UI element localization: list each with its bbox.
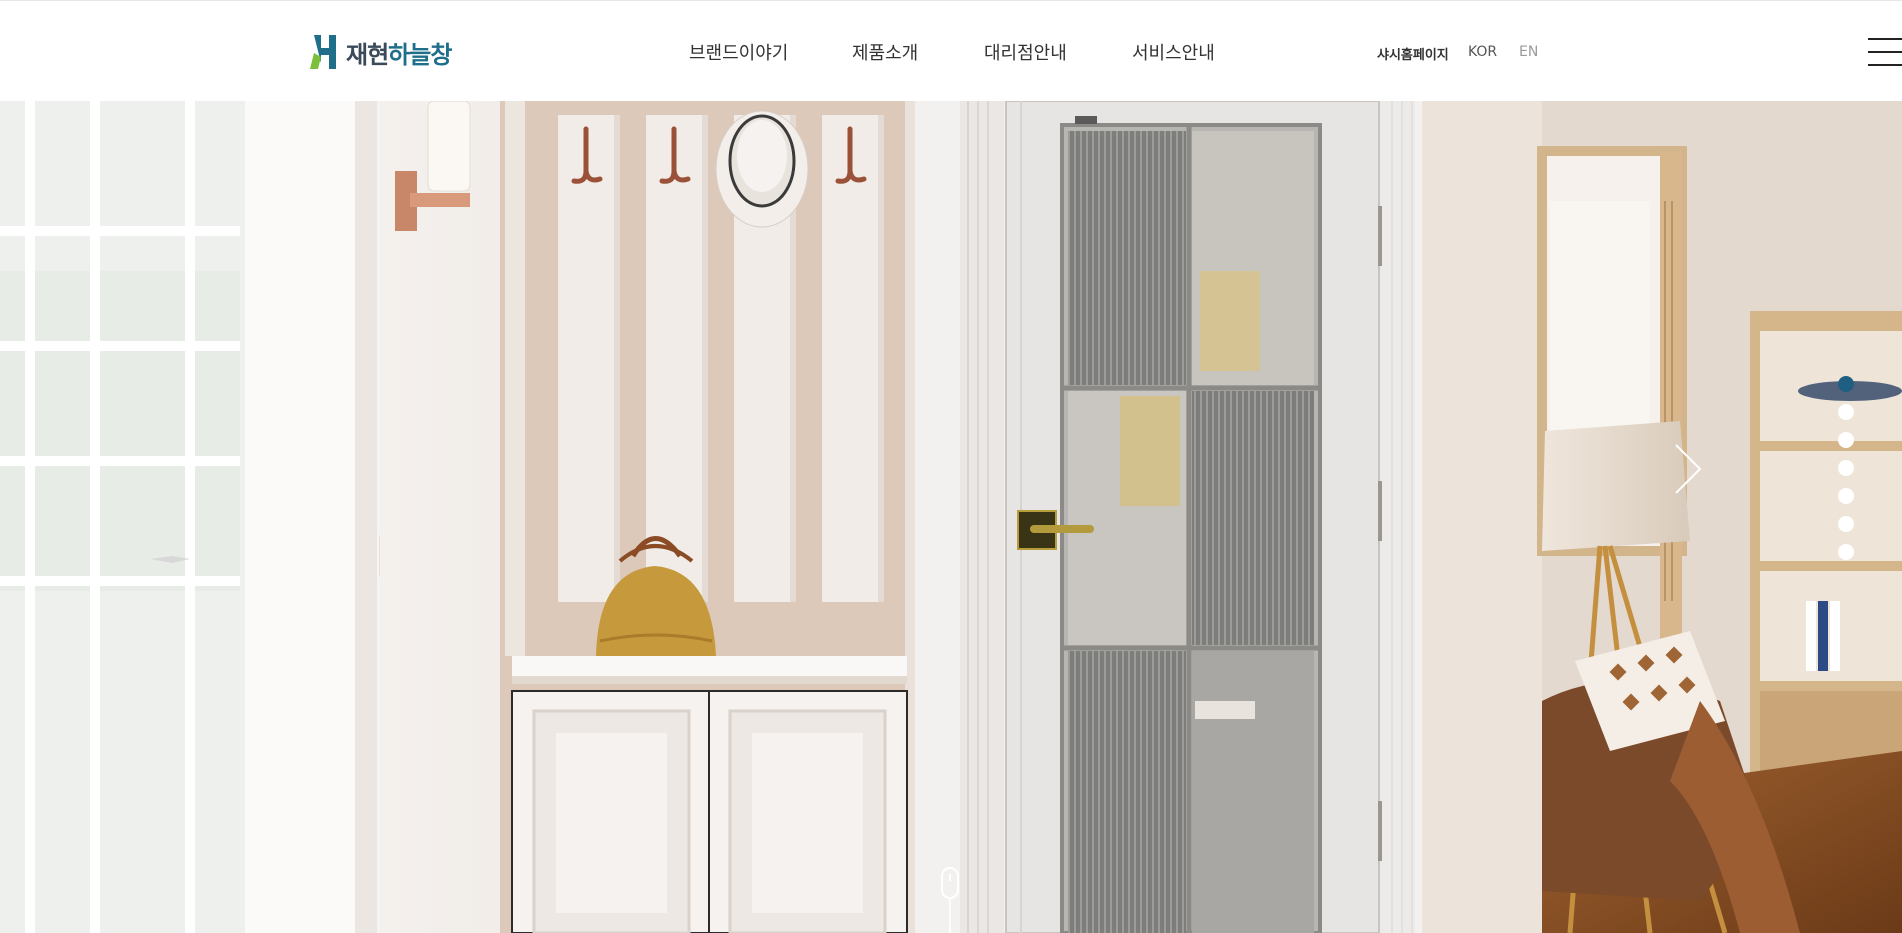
nav-item-products[interactable]: 제품소개 (852, 39, 918, 65)
sash-homepage-link[interactable]: 샤시홈페이지 (1377, 44, 1449, 63)
hamburger-line (1868, 38, 1902, 40)
brand-logo[interactable]: 재현하늘창 (308, 33, 452, 71)
brand-name-part2: 하늘창 (388, 40, 452, 69)
chevron-right-icon (1675, 444, 1702, 494)
slider-dot-3[interactable] (1838, 432, 1854, 448)
brand-name-part1: 재현 (346, 40, 389, 69)
hero-slider (0, 101, 1902, 933)
slider-dot-5[interactable] (1838, 488, 1854, 504)
h-logo-icon (310, 35, 336, 69)
slider-dot-6[interactable] (1838, 516, 1854, 532)
language-kor-link[interactable]: KOR (1468, 44, 1497, 60)
slider-dot-2[interactable] (1838, 404, 1854, 420)
language-en-link[interactable]: EN (1519, 44, 1538, 60)
hamburger-menu-icon[interactable] (1868, 38, 1902, 66)
scroll-mouse-icon (940, 867, 960, 933)
brand-name: 재현하늘창 (346, 35, 452, 70)
site-header: 재현하늘창 브랜드이야기 제품소개 대리점안내 서비스안내 샤시홈페이지 KOR… (0, 0, 1902, 101)
nav-item-service[interactable]: 서비스안내 (1132, 39, 1215, 65)
nav-item-dealers[interactable]: 대리점안내 (984, 39, 1067, 65)
slider-dot-4[interactable] (1838, 460, 1854, 476)
hamburger-line (1868, 64, 1902, 66)
hamburger-line (1868, 51, 1902, 53)
slider-dot-1[interactable] (1838, 376, 1854, 392)
slider-next-button[interactable] (1670, 441, 1706, 497)
nav-item-brand-story[interactable]: 브랜드이야기 (689, 39, 788, 65)
hero-slide-image (0, 101, 1902, 933)
slider-dot-7[interactable] (1838, 544, 1854, 560)
